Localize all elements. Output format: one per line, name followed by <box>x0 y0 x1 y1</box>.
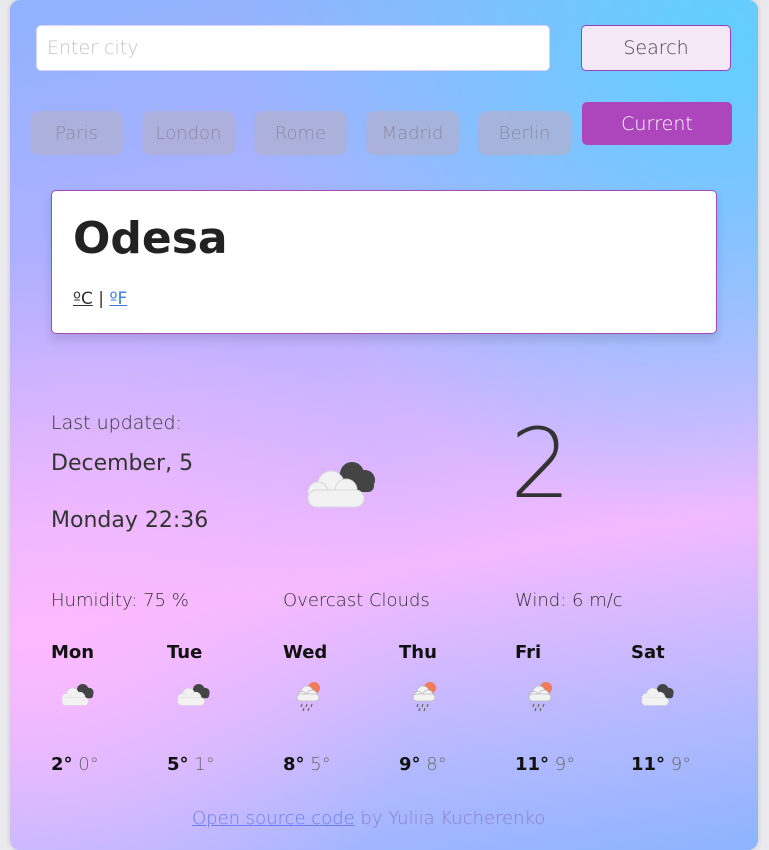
city-button-madrid[interactable]: Madrid <box>366 111 459 155</box>
celsius-link[interactable]: ºC <box>73 289 93 309</box>
wind-text: Wind: 6 m/c <box>515 590 623 611</box>
forecast-max: 11° <box>631 754 666 775</box>
current-location-button[interactable]: Current <box>582 102 732 145</box>
weather-description: Overcast Clouds <box>283 590 430 611</box>
forecast-day-label: Tue <box>167 642 203 663</box>
forecast-min: 0° <box>78 754 99 775</box>
forecast-min: 5° <box>310 754 331 775</box>
rain-sun-icon <box>296 682 320 712</box>
fahrenheit-link[interactable]: ºF <box>109 289 127 309</box>
city-name: Odesa <box>73 213 228 264</box>
forecast-temps: 11° 9° <box>631 754 691 775</box>
unit-separator: | <box>98 289 105 309</box>
footer: Open source code by Yuliia Kucherenko <box>192 808 545 829</box>
forecast-max: 2° <box>51 754 73 775</box>
forecast-temps: 9° 8° <box>399 754 447 775</box>
forecast-max: 11° <box>515 754 550 775</box>
forecast-temps: 2° 0° <box>51 754 99 775</box>
cloudy-icon <box>61 683 94 706</box>
city-button-rome[interactable]: Rome <box>254 111 347 155</box>
author-credit: by Yuliia Kucherenko <box>354 808 546 829</box>
weather-app: Search Paris London Rome Madrid Berlin C… <box>10 0 758 850</box>
forecast-min: 9° <box>554 754 576 775</box>
forecast-min: 9° <box>670 754 692 775</box>
cloudy-icon <box>641 683 674 706</box>
source-code-link[interactable]: Open source code <box>192 808 355 829</box>
forecast-min: 1° <box>194 754 215 775</box>
forecast-min: 8° <box>426 754 447 775</box>
city-button-london[interactable]: London <box>142 111 235 155</box>
forecast-temps: 8° 5° <box>283 754 331 775</box>
forecast-max: 9° <box>399 754 421 775</box>
forecast-day-label: Mon <box>51 642 95 663</box>
humidity-text: Humidity: 75 % <box>51 590 189 611</box>
forecast-max: 5° <box>167 754 189 775</box>
rain-sun-icon <box>528 682 552 712</box>
forecast-temps: 11° 9° <box>515 754 575 775</box>
search-button[interactable]: Search <box>581 25 731 71</box>
cloudy-icon <box>307 462 375 508</box>
city-search-input[interactable] <box>36 25 550 71</box>
city-button-paris[interactable]: Paris <box>30 111 123 155</box>
unit-switch: ºC | ºF <box>73 289 127 309</box>
forecast-day-label: Fri <box>515 642 542 663</box>
rain-sun-icon <box>412 682 436 712</box>
current-temperature: 2 <box>510 408 572 520</box>
city-card: Odesa ºC | ºF <box>51 190 717 334</box>
forecast-day-label: Thu <box>399 642 437 663</box>
forecast-day-label: Sat <box>631 642 665 663</box>
cloudy-icon <box>177 683 210 706</box>
forecast-max: 8° <box>283 754 305 775</box>
current-day-time: Monday 22:36 <box>51 508 209 533</box>
forecast-temps: 5° 1° <box>167 754 215 775</box>
city-button-berlin[interactable]: Berlin <box>478 111 571 155</box>
forecast-day-label: Wed <box>283 642 328 663</box>
last-updated-label: Last updated: <box>51 412 183 434</box>
current-date: December, 5 <box>51 451 194 476</box>
